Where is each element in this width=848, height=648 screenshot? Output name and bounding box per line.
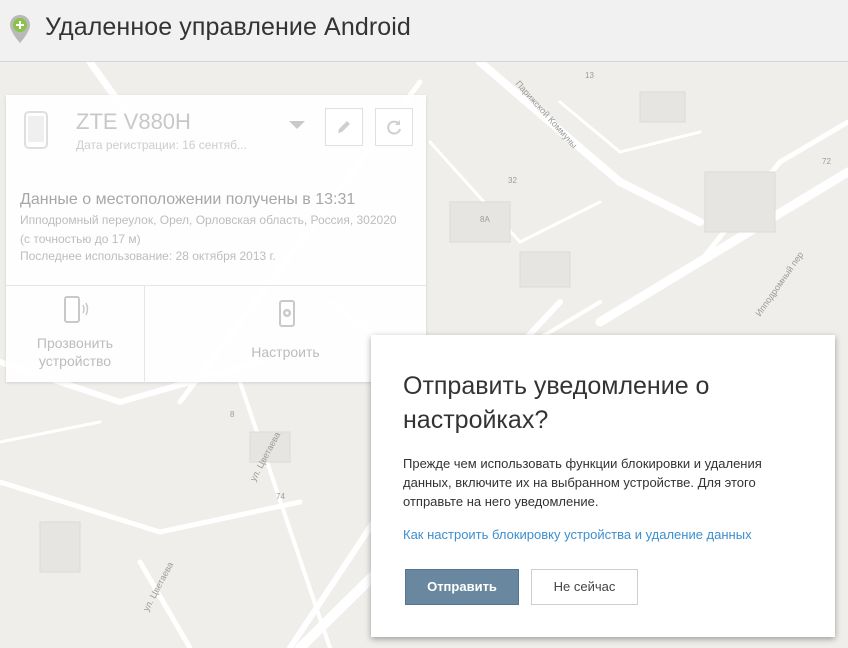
device-actions: Прозвонить устройство Настроить <box>6 285 426 383</box>
refresh-button[interactable] <box>375 108 413 146</box>
page-title: Удаленное управление Android <box>45 13 411 41</box>
pencil-icon <box>338 121 350 133</box>
house-number: 74 <box>276 492 285 501</box>
rename-button[interactable] <box>325 108 363 146</box>
android-location-icon <box>10 15 30 43</box>
app-header: Удаленное управление Android <box>0 0 848 62</box>
send-button[interactable]: Отправить <box>405 569 519 605</box>
house-number: 8 <box>230 410 235 419</box>
device-card: ZTE V880H Дата регистрации: 16 сентяб...… <box>6 95 426 383</box>
phone-settings-icon <box>279 300 295 327</box>
location-address: Ипподромный переулок, Орел, Орловская об… <box>20 213 397 246</box>
dialog-body: Прежде чем использовать функции блокиров… <box>403 456 762 509</box>
street-label: Ипподромный пер <box>753 250 805 318</box>
house-number: 32 <box>508 176 517 185</box>
street-label: Парижской Коммуны <box>514 79 580 151</box>
last-used: Последнее использование: 28 октября 2013… <box>20 249 276 263</box>
device-name: ZTE V880H <box>76 109 191 134</box>
not-now-button[interactable]: Не сейчас <box>531 569 638 605</box>
ring-device-button[interactable]: Прозвонить устройство <box>6 286 145 383</box>
setup-help-link[interactable]: Как настроить блокировку устройства и уд… <box>403 527 752 542</box>
dialog-title: Отправить уведомление о настройках? <box>403 372 710 434</box>
ring-label-line2: устройство <box>38 353 112 369</box>
phone-icon <box>24 111 48 149</box>
house-number: 8А <box>480 215 490 224</box>
notification-dialog: Отправить уведомление о настройках? Преж… <box>371 335 835 637</box>
device-dropdown-icon[interactable] <box>289 121 305 129</box>
house-number: 13 <box>585 71 594 80</box>
house-number: 72 <box>822 157 831 166</box>
device-registration-date: Дата регистрации: 16 сентяб... <box>76 138 247 152</box>
phone-ring-icon <box>64 296 89 323</box>
ring-label-line1: Прозвонить <box>36 335 114 351</box>
location-title: Данные о местоположении получены в 13:31 <box>20 191 356 208</box>
refresh-icon <box>387 120 401 135</box>
